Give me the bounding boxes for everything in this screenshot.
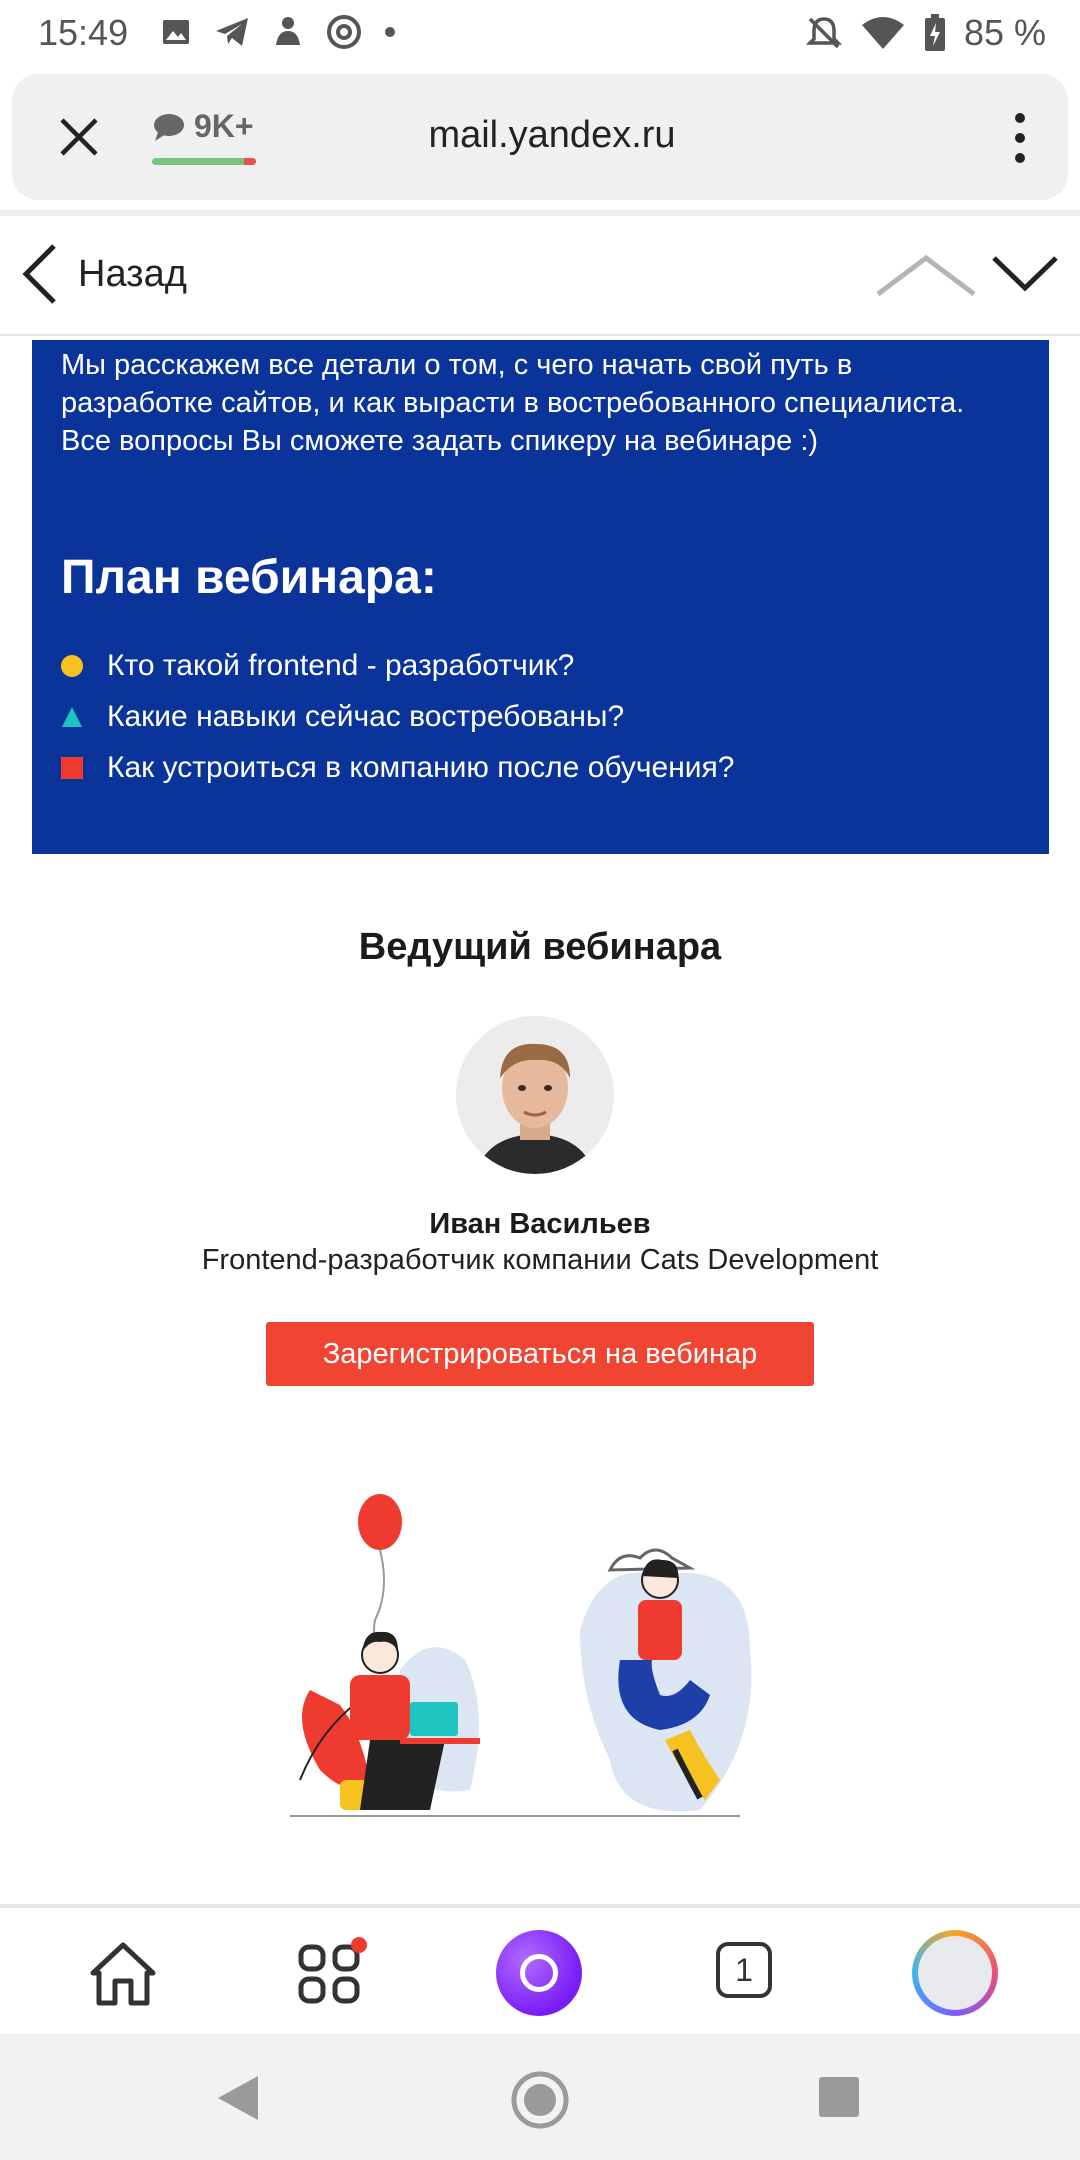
speaker-photo (456, 1016, 614, 1174)
close-icon[interactable] (54, 112, 104, 162)
battery-level: 85 % (963, 12, 1046, 53)
system-home-icon[interactable] (510, 2070, 570, 2130)
speaker-name: Иван Васильев (429, 1208, 651, 1240)
services-button[interactable] (286, 1928, 376, 2018)
browser-bottom-nav: 1 (0, 1908, 1080, 2034)
plan-item: Кто такой frontend - разработчик? (61, 640, 734, 691)
webinar-promo-block: Мы расскажем все детали о том, с чего на… (32, 340, 1049, 854)
notification-icons (160, 14, 396, 50)
notification-icon (276, 17, 300, 45)
system-status: 85 % (805, 12, 1046, 54)
comments-count: 9K+ (194, 108, 254, 144)
plan-title: План вебинара: (61, 551, 437, 604)
tabs-icon[interactable]: 1 (716, 1942, 772, 1998)
services-icon (298, 1937, 367, 2004)
back-button[interactable]: Назад (18, 240, 187, 308)
register-button[interactable]: Зарегистрироваться на вебинар (266, 1322, 814, 1386)
home-icon (90, 1942, 156, 2006)
plan-item-text: Кто такой frontend - разработчик? (107, 648, 575, 682)
mail-navigation-bar: Назад (0, 216, 1080, 336)
system-recents-icon[interactable] (818, 2076, 860, 2118)
triangle-bullet-icon (62, 706, 82, 727)
at-icon (327, 15, 361, 49)
comments-progress-bar (152, 158, 256, 165)
image-icon (163, 20, 189, 44)
plan-list: Кто такой frontend - разработчик? Какие … (61, 640, 734, 793)
status-time: 15:49 (38, 12, 129, 53)
speaker-role: Frontend-разработчик компании Cats Devel… (201, 1244, 879, 1276)
square-bullet-icon (61, 756, 83, 779)
plan-item-text: Какие навыки сейчас востребованы? (107, 699, 625, 733)
comment-icon (154, 113, 184, 141)
chevron-down-icon[interactable] (990, 250, 1060, 300)
dot-icon (385, 27, 395, 37)
intro-text: Мы расскажем все детали о том, с чего на… (61, 349, 965, 457)
circle-bullet-icon (61, 654, 83, 677)
battery-icon (924, 14, 945, 51)
system-navigation-bar (0, 2034, 1080, 2160)
wifi-icon (861, 17, 904, 49)
chevron-left-icon (22, 244, 56, 304)
profile-icon[interactable] (912, 1930, 998, 2016)
system-back-icon[interactable] (216, 2074, 260, 2122)
plan-item: Как устроиться в компанию после обучения… (61, 742, 734, 793)
address-url[interactable]: mail.yandex.ru (312, 114, 792, 157)
alice-icon[interactable] (496, 1930, 582, 2016)
mute-icon (805, 17, 842, 49)
back-label: Назад (78, 252, 187, 295)
chevron-up-icon[interactable] (874, 250, 978, 300)
comments-counter[interactable]: 9K+ (152, 108, 254, 145)
home-button[interactable] (78, 1928, 168, 2018)
more-icon[interactable] (1012, 112, 1028, 164)
status-bar: 15:49 85 % (0, 0, 1080, 64)
host-section-title: Ведущий вебинара (358, 926, 722, 968)
webinar-illustration (280, 1480, 800, 1840)
browser-address-bar: 9K+ mail.yandex.ru (12, 74, 1068, 200)
plan-item-text: Как устроиться в компанию после обучения… (107, 750, 735, 784)
telegram-icon (216, 18, 248, 46)
plan-item: Какие навыки сейчас востребованы? (61, 691, 734, 742)
